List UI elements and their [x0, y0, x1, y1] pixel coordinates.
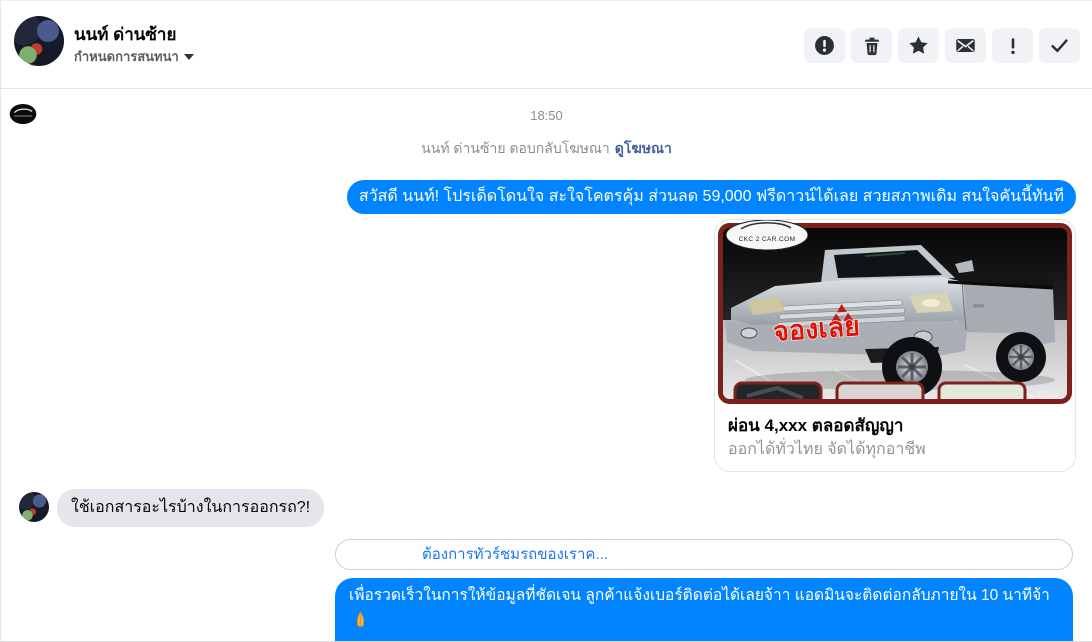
- listing-attachment-card[interactable]: K013 CKC 2 CAR.COM จองเลย ผ่อน 4,xxx ตลอ…: [714, 219, 1076, 472]
- truck-photo: K013 CKC 2 CAR.COM จองเลย: [715, 220, 1075, 407]
- ad-reply-meta: นนท์ ด่านซ้าย ตอบกลับโฆษณา ดูโฆษณา: [1, 138, 1092, 160]
- conversation-header: นนท์ ด่านซ้าย กำหนดการสนทนา: [1, 1, 1092, 89]
- dealer-logo: CKC 2 CAR.COM: [725, 220, 809, 251]
- attachment-subtitle: ออกได้ทั่วไทย จัดได้ทุกอาชีพ: [728, 441, 926, 458]
- message-timestamp: 18:50: [530, 108, 563, 123]
- star-button[interactable]: [898, 28, 939, 63]
- delete-button[interactable]: [851, 28, 892, 63]
- folded-hands-emoji: [352, 611, 369, 636]
- attachment-title: ผ่อน 4,xxx ตลอดสัญญา: [728, 416, 904, 435]
- svg-text:CKC 2 CAR.COM: CKC 2 CAR.COM: [739, 236, 796, 243]
- trash-icon: [862, 36, 882, 56]
- contact-name: นนท์ ด่านซ้าย: [74, 25, 177, 44]
- outgoing-auto-reply-bubble: เพื่อรวดเร็วในการให้ข้อมูลที่ชัดเจน ลูกค…: [335, 578, 1073, 641]
- star-icon: [908, 35, 929, 56]
- conversation-schedule-label: กำหนดการสนทนา: [74, 49, 179, 64]
- incoming-question-bubble: ใช้เอกสารอะไรบ้างในการออกรถ?!: [57, 489, 325, 527]
- conversation-schedule-dropdown[interactable]: กำหนดการสนทนา: [74, 46, 194, 67]
- envelope-icon: [955, 35, 976, 56]
- quick-reply-label: ต้องการทัวร์ชมรถของเราค...: [422, 546, 608, 563]
- report-button[interactable]: [804, 28, 845, 63]
- mark-important-button[interactable]: [992, 28, 1033, 63]
- header-action-bar: [804, 28, 1080, 63]
- promo-sticker: จองเลย: [771, 310, 861, 347]
- mark-done-button[interactable]: [1039, 28, 1080, 63]
- view-ad-link[interactable]: ดูโฆษณา: [615, 140, 672, 156]
- svg-text:จองเลย: จองเลย: [772, 311, 861, 347]
- chevron-down-icon: [183, 53, 194, 60]
- attachment-text: ผ่อน 4,xxx ตลอดสัญญา ออกได้ทั่วไทย จัดได…: [715, 407, 1075, 471]
- customer-avatar[interactable]: [19, 492, 49, 522]
- exclamation-circle-icon: [814, 35, 835, 56]
- exclamation-icon: [1003, 36, 1023, 56]
- ad-reply-text: นนท์ ด่านซ้าย ตอบกลับโฆษณา: [421, 140, 610, 156]
- mark-unread-button[interactable]: [945, 28, 986, 63]
- stock-code-label: K013: [1037, 389, 1059, 399]
- outgoing-greeting-bubble: สวัสดี นนท์! โปรเด็ดโดนใจ สะใจโคตรคุ้ม ส…: [346, 180, 1076, 214]
- messenger-conversation-window: นนท์ ด่านซ้าย กำหนดการสนทนา 18:50 นนท์ ด…: [0, 0, 1092, 642]
- contact-avatar[interactable]: [14, 16, 64, 66]
- check-icon: [1049, 35, 1070, 56]
- quick-reply-pill[interactable]: ต้องการทัวร์ชมรถของเราค...: [335, 539, 1073, 570]
- auto-reply-text: เพื่อรวดเร็วในการให้ข้อมูลที่ชัดเจน ลูกค…: [349, 587, 1050, 604]
